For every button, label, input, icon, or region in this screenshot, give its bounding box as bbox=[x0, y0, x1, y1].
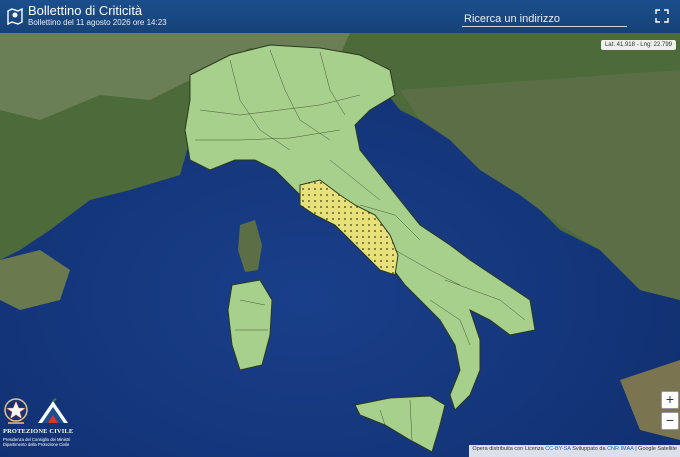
satellite-map[interactable] bbox=[0, 0, 680, 457]
map-pin-icon bbox=[7, 7, 23, 25]
coordinate-readout: Lat: 41.918 - Lng: 22.799 bbox=[600, 40, 676, 50]
header-bar: Bollettino di Criticità Bollettino del 1… bbox=[0, 0, 680, 33]
attribution-prefix: Opera distribuita con Licenza bbox=[472, 446, 544, 452]
license-link[interactable]: CC-BY-SA bbox=[545, 446, 570, 452]
fullscreen-icon[interactable] bbox=[655, 9, 669, 23]
protezione-civile-logo bbox=[38, 398, 68, 423]
attribution-dev-prefix: Sviluppato da bbox=[572, 446, 606, 452]
zoom-in-button[interactable]: + bbox=[661, 391, 679, 409]
logo-subtitle-2: Dipartimento della Protezione Civile bbox=[3, 442, 70, 447]
page-title: Bollettino di Criticità bbox=[28, 3, 143, 18]
map-attribution: Opera distribuita con Licenza CC-BY-SA S… bbox=[469, 445, 680, 457]
attribution-source: | Google Satellite bbox=[635, 446, 677, 452]
zoom-out-button[interactable]: − bbox=[661, 412, 679, 430]
italian-republic-emblem bbox=[4, 398, 28, 424]
bulletin-date: Bollettino del 11 agosto 2026 ore 14:23 bbox=[28, 18, 167, 27]
search-box bbox=[462, 9, 627, 27]
logo-title: PROTEZIONE CIVILE bbox=[3, 428, 74, 435]
search-input[interactable] bbox=[462, 13, 626, 25]
developer-link[interactable]: CNR IMAA bbox=[607, 446, 634, 452]
